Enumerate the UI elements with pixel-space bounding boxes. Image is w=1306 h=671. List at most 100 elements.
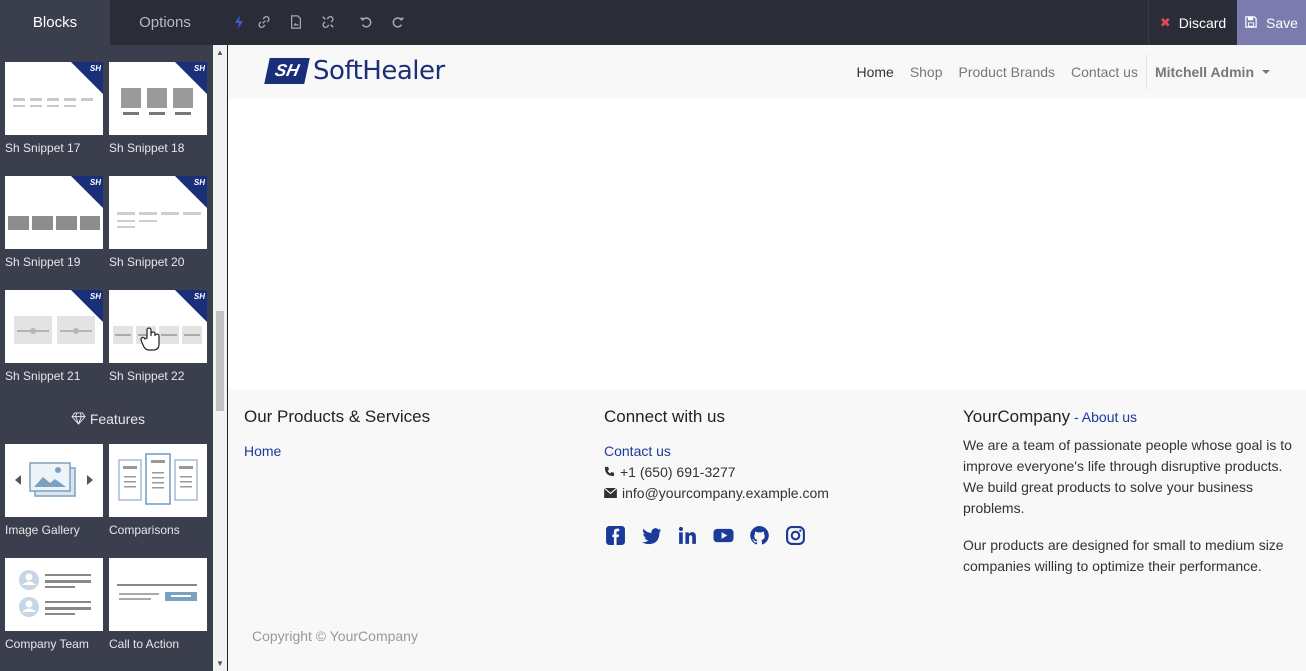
caret-down-icon (1262, 69, 1270, 74)
link-icon[interactable] (255, 13, 273, 31)
bolt-icon[interactable] (230, 13, 248, 31)
snippet-sh-18[interactable]: SH Sh Snippet 18 (109, 62, 207, 155)
snippet-label: Sh Snippet 22 (109, 369, 185, 383)
snippet-label: Sh Snippet 20 (109, 255, 185, 269)
footer-col-connect: Connect with us Contact us +1 (650) 691-… (603, 407, 829, 546)
image-icon[interactable] (287, 13, 305, 31)
footer-contact-link[interactable]: Contact us (604, 443, 671, 459)
softhealer-badge: SH (193, 178, 205, 187)
features-heading: Features (0, 411, 216, 428)
email-address: info@yourcompany.example.com (622, 485, 829, 501)
social-links (604, 524, 829, 546)
snippets-panel: SH Sh Snippet 17 SH Sh Snippet 18 SH Sh … (0, 45, 228, 671)
call-to-action-graphic (117, 584, 197, 601)
site-footer: Our Products & Services Home Connect wit… (229, 390, 1306, 671)
snippet-company-team[interactable]: Company Team (5, 558, 103, 651)
snippet-label: Sh Snippet 21 (5, 369, 81, 383)
unlink-icon[interactable] (319, 13, 337, 31)
snippet-label: Image Gallery (5, 523, 80, 537)
save-label: Save (1266, 14, 1298, 31)
linkedin-icon[interactable] (676, 524, 698, 546)
undo-icon[interactable] (357, 13, 375, 31)
github-icon[interactable] (748, 524, 770, 546)
snippet-thumbnail: SH (5, 176, 103, 249)
envelope-icon (603, 483, 618, 504)
logo-text: SoftHealer (313, 56, 445, 86)
scroll-down-arrow-icon[interactable]: ▼ (216, 659, 224, 668)
nav-home[interactable]: Home (848, 64, 901, 80)
snippet-call-to-action[interactable]: Call to Action (109, 558, 207, 651)
company-description: We are a team of passionate people whose… (963, 437, 1292, 516)
tab-options[interactable]: Options (110, 0, 220, 45)
footer-col-company: YourCompany - About us We are a team of … (963, 407, 1298, 577)
snippet-thumbnail: SH (5, 290, 103, 363)
company-name: YourCompany (963, 407, 1071, 426)
snippet-thumbnail: SH (109, 290, 207, 363)
footer-phone: +1 (650) 691-3277 (604, 462, 829, 483)
sidebar-scrollbar[interactable]: ▲ ▼ (213, 45, 227, 671)
company-products-text: Our products are designed for small to m… (963, 537, 1284, 574)
twitter-icon[interactable] (640, 524, 662, 546)
softhealer-badge: SH (89, 178, 101, 187)
diamond-icon (71, 412, 86, 428)
softhealer-badge: SH (193, 64, 205, 73)
snippet-sh-17[interactable]: SH Sh Snippet 17 (5, 62, 103, 155)
title-separator: - (1070, 409, 1082, 425)
snippet-thumbnail: SH (109, 62, 207, 135)
footer-home-link[interactable]: Home (244, 443, 281, 459)
facebook-icon[interactable] (604, 524, 626, 546)
snippet-label: Call to Action (109, 637, 180, 651)
snippet-label: Sh Snippet 17 (5, 141, 81, 155)
tab-blocks[interactable]: Blocks (0, 0, 110, 45)
company-team-graphic (19, 570, 91, 617)
snippet-image-gallery[interactable]: Image Gallery (5, 444, 103, 537)
snippet-comparisons[interactable]: Comparisons (109, 444, 207, 537)
site-logo[interactable]: SH SoftHealer (264, 56, 445, 86)
nav-product-brands[interactable]: Product Brands (951, 64, 1064, 80)
discard-label: Discard (1178, 14, 1227, 31)
snippet-label: Comparisons (109, 523, 180, 537)
user-name: Mitchell Admin (1154, 63, 1254, 80)
youtube-icon[interactable] (712, 524, 734, 546)
comparisons-graphic (118, 453, 198, 505)
website-canvas: SH SoftHealer Home Shop Product Brands C… (229, 45, 1306, 671)
footer-email: info@yourcompany.example.com (603, 483, 829, 504)
instagram-icon[interactable] (784, 524, 806, 546)
snippet-thumbnail (5, 558, 103, 631)
phone-number: +1 (650) 691-3277 (620, 464, 736, 480)
editor-topbar: Blocks Options ✖ Discard Save (0, 0, 1306, 45)
snippet-sh-20[interactable]: SH Sh Snippet 20 (109, 176, 207, 269)
footer-col-products: Our Products & Services Home (244, 407, 430, 462)
snippet-label: Company Team (5, 637, 89, 651)
nav-contact-us[interactable]: Contact us (1063, 64, 1146, 80)
image-gallery-graphic (15, 462, 93, 497)
features-title: Features (89, 411, 146, 427)
nav-shop[interactable]: Shop (902, 64, 951, 80)
snippet-thumbnail (5, 444, 103, 517)
discard-button[interactable]: ✖ Discard (1148, 0, 1237, 45)
redo-icon[interactable] (389, 13, 407, 31)
user-menu[interactable]: Mitchell Admin (1145, 53, 1306, 90)
about-us-link[interactable]: About us (1082, 409, 1137, 425)
snippet-thumbnail: SH (109, 176, 207, 249)
softhealer-badge: SH (193, 292, 205, 301)
floppy-icon (1245, 15, 1257, 31)
snippet-thumbnail (109, 444, 207, 517)
phone-icon (604, 462, 615, 483)
footer-company-title: YourCompany - About us (963, 407, 1298, 427)
snippet-thumbnail: SH (5, 62, 103, 135)
scrollbar-thumb[interactable] (216, 311, 224, 411)
snippet-sh-22[interactable]: SH Sh Snippet 22 (109, 290, 207, 383)
copyright-text: Copyright © YourCompany (252, 628, 418, 644)
site-navbar: SH SoftHealer Home Shop Product Brands C… (229, 45, 1306, 98)
save-button[interactable]: Save (1237, 0, 1306, 45)
footer-connect-title: Connect with us (604, 407, 725, 426)
snippet-label: Sh Snippet 18 (109, 141, 185, 155)
site-menu: Home Shop Product Brands Contact us Mitc… (848, 45, 1306, 98)
snippet-thumbnail (109, 558, 207, 631)
softhealer-badge: SH (89, 64, 101, 73)
snippet-sh-19[interactable]: SH Sh Snippet 19 (5, 176, 103, 269)
close-icon: ✖ (1159, 14, 1171, 30)
snippet-sh-21[interactable]: SH Sh Snippet 21 (5, 290, 103, 383)
scroll-up-arrow-icon[interactable]: ▲ (216, 48, 224, 57)
